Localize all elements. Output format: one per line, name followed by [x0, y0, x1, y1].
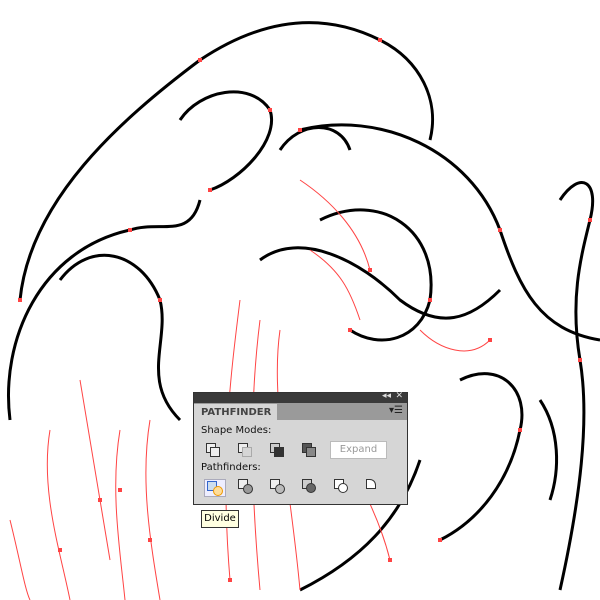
minus-back-icon[interactable] — [366, 479, 380, 493]
exclude-icon[interactable] — [302, 443, 316, 457]
collapse-icon[interactable]: ◂◂ — [382, 391, 391, 401]
expand-button[interactable]: Expand — [330, 441, 387, 459]
divide-icon[interactable] — [204, 479, 226, 497]
minus-front-icon[interactable] — [238, 443, 252, 457]
trim-icon[interactable] — [238, 479, 253, 494]
close-icon[interactable]: ✕ — [395, 391, 403, 401]
pathfinder-panel: ◂◂ ✕ PATHFINDER ▾☰ Shape Modes: Expand P… — [193, 391, 408, 505]
tooltip: Divide — [201, 510, 239, 528]
guide-paths — [9, 179, 491, 600]
merge-icon[interactable] — [270, 479, 285, 494]
unite-icon[interactable] — [206, 443, 220, 457]
pathfinders-label: Pathfinders: — [201, 462, 261, 473]
line-art-canvas — [7, 21, 600, 600]
outline-icon[interactable] — [334, 479, 348, 493]
panel-titlebar[interactable]: ◂◂ ✕ — [194, 391, 407, 403]
shape-modes-label: Shape Modes: — [201, 425, 272, 436]
tab-pathfinder[interactable]: PATHFINDER — [194, 404, 277, 420]
panel-menu-icon[interactable]: ▾☰ — [389, 405, 403, 416]
intersect-icon[interactable] — [270, 443, 284, 457]
crop-icon[interactable] — [302, 479, 316, 493]
